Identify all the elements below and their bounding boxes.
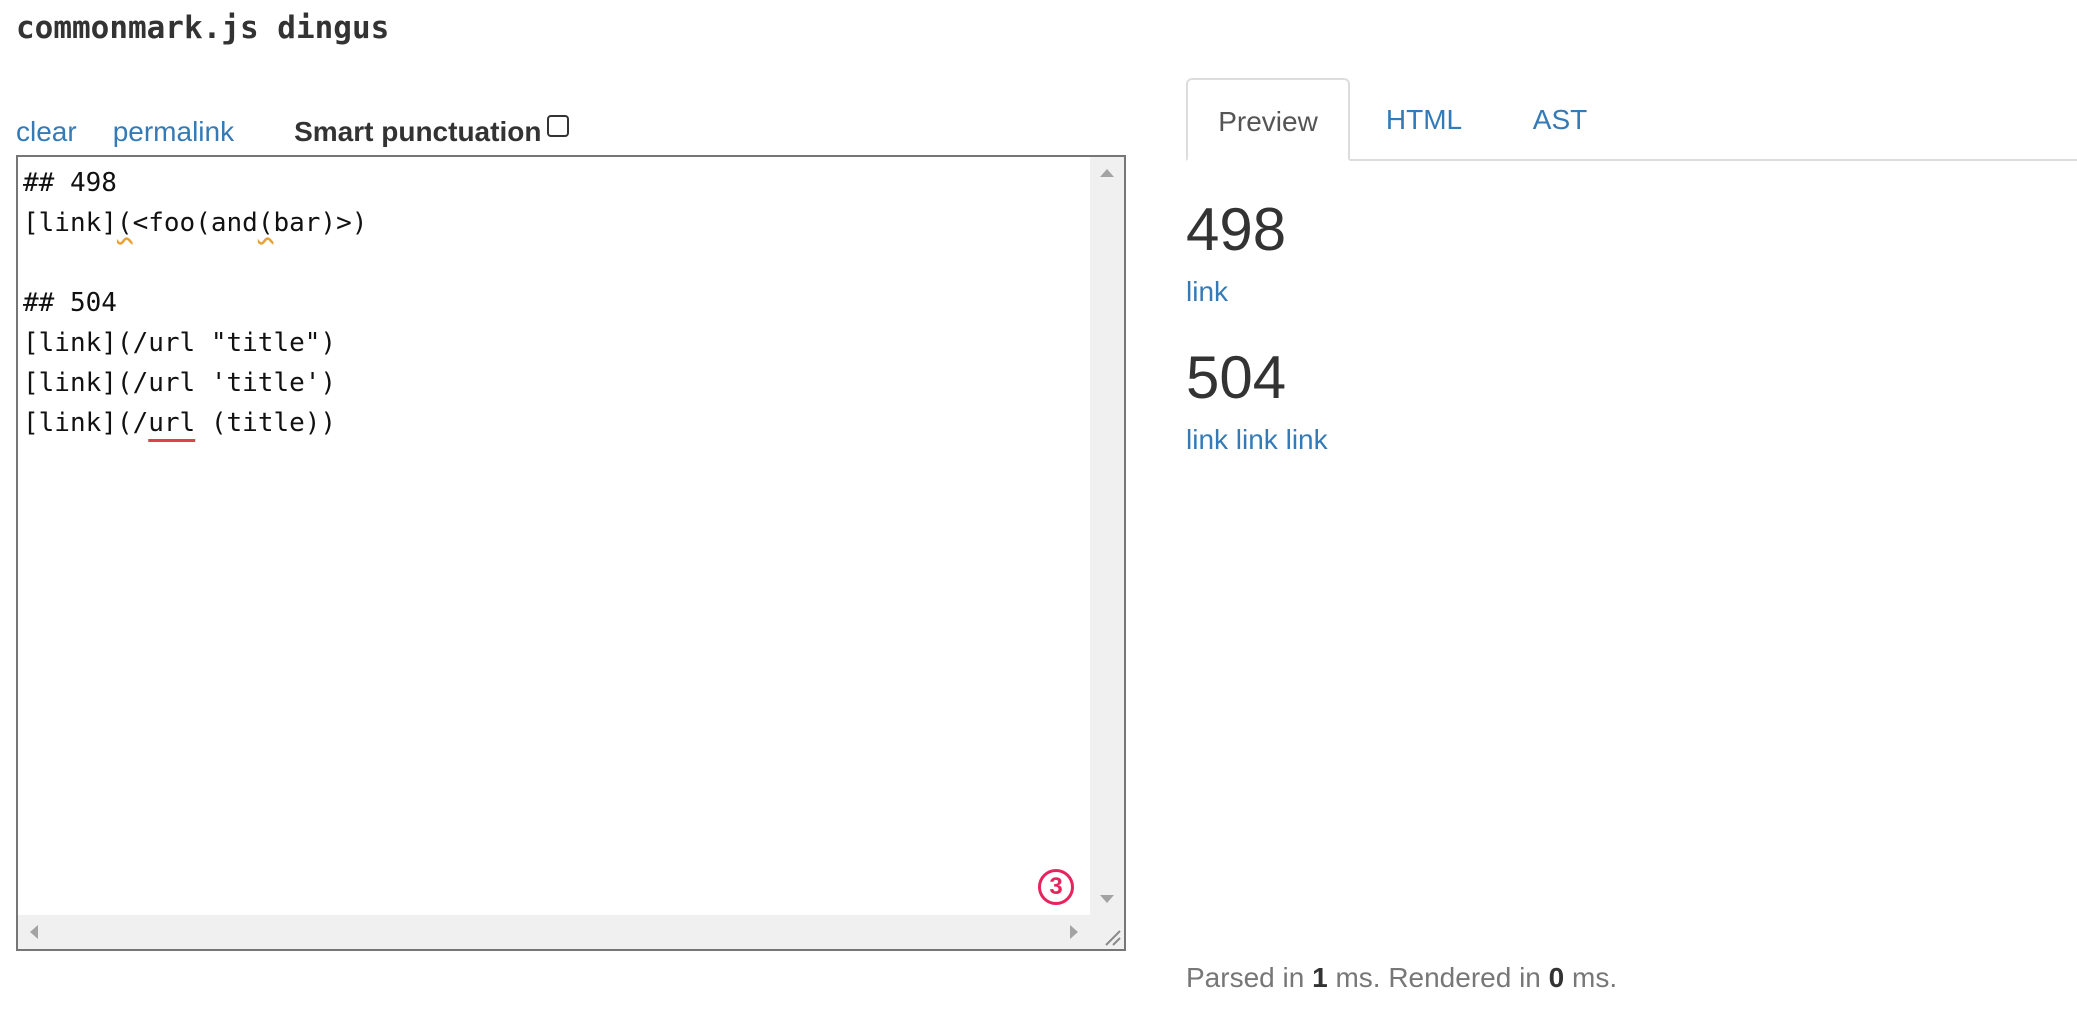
preview-heading: 498 bbox=[1186, 196, 1287, 263]
rendered-ms: 0 bbox=[1548, 962, 1565, 993]
resize-grip-icon[interactable] bbox=[1102, 927, 1122, 947]
output-tabs: Preview HTML AST bbox=[1186, 78, 2077, 161]
smart-punctuation-checkbox[interactable] bbox=[547, 115, 570, 137]
editor-line: ## 498 bbox=[23, 168, 117, 198]
preview-link[interactable]: link bbox=[1186, 424, 1228, 455]
spellcheck-warning[interactable]: ( bbox=[117, 208, 133, 238]
spellcheck-warning[interactable]: ( bbox=[258, 208, 274, 238]
permalink-link[interactable]: permalink bbox=[113, 116, 234, 148]
preview-link[interactable]: link bbox=[1236, 424, 1278, 455]
preview-paragraph: link bbox=[1186, 272, 2046, 312]
tab-preview[interactable]: Preview bbox=[1186, 78, 1350, 161]
spellcheck-error[interactable]: url bbox=[148, 408, 195, 438]
parsed-prefix: Parsed in bbox=[1186, 962, 1305, 993]
scrollbar-corner bbox=[1090, 915, 1124, 949]
editor-text-area[interactable]: ## 498 [link](<foo(and(bar)>) ## 504 [li… bbox=[23, 163, 1084, 909]
scroll-up-arrow-icon[interactable] bbox=[1100, 169, 1114, 177]
editor-line: [link](/url (title)) bbox=[23, 403, 1084, 443]
editor-line: [link](/url 'title') bbox=[23, 368, 337, 398]
page-title: commonmark.js dingus bbox=[16, 10, 390, 46]
smart-punctuation-toggle[interactable]: Smart punctuation bbox=[294, 115, 570, 148]
editor-token: bar)>) bbox=[273, 208, 368, 238]
editor-line: [link](/url "title") bbox=[23, 328, 337, 358]
smart-punctuation-label: Smart punctuation bbox=[294, 116, 542, 147]
timing-status: Parsed in 1 ms. Rendered in 0 ms. bbox=[1186, 962, 1617, 994]
preview-pane: 498 link 504 link link link bbox=[1186, 190, 2046, 460]
editor-token: <foo(and bbox=[132, 208, 258, 238]
editor-token: [link](/ bbox=[23, 408, 149, 438]
parsed-ms: 1 bbox=[1312, 962, 1328, 993]
editor-token: (title)) bbox=[195, 408, 337, 438]
tab-ast[interactable]: AST bbox=[1498, 78, 1622, 161]
editor-token: [link] bbox=[23, 208, 117, 238]
scroll-right-arrow-icon[interactable] bbox=[1070, 925, 1078, 939]
tab-html[interactable]: HTML bbox=[1350, 78, 1498, 161]
editor-line: [link](<foo(and(bar)>) bbox=[23, 203, 1084, 243]
clear-link[interactable]: clear bbox=[16, 116, 77, 148]
vertical-scrollbar[interactable] bbox=[1090, 157, 1124, 915]
editor-toolbar: clear permalink Smart punctuation bbox=[16, 112, 570, 152]
markdown-editor[interactable]: ## 498 [link](<foo(and(bar)>) ## 504 [li… bbox=[16, 155, 1126, 951]
scroll-left-arrow-icon[interactable] bbox=[30, 925, 38, 939]
preview-paragraph: link link link bbox=[1186, 420, 2046, 460]
preview-heading: 504 bbox=[1186, 344, 1287, 411]
scroll-down-arrow-icon[interactable] bbox=[1100, 895, 1114, 903]
preview-link[interactable]: link bbox=[1286, 424, 1328, 455]
horizontal-scrollbar[interactable] bbox=[18, 915, 1090, 949]
status-suffix: ms. bbox=[1572, 962, 1618, 993]
rendered-prefix: ms. Rendered in bbox=[1335, 962, 1541, 993]
preview-link[interactable]: link bbox=[1186, 276, 1228, 307]
spellcheck-count-badge[interactable]: 3 bbox=[1038, 869, 1074, 905]
editor-line: ## 504 bbox=[23, 288, 117, 318]
